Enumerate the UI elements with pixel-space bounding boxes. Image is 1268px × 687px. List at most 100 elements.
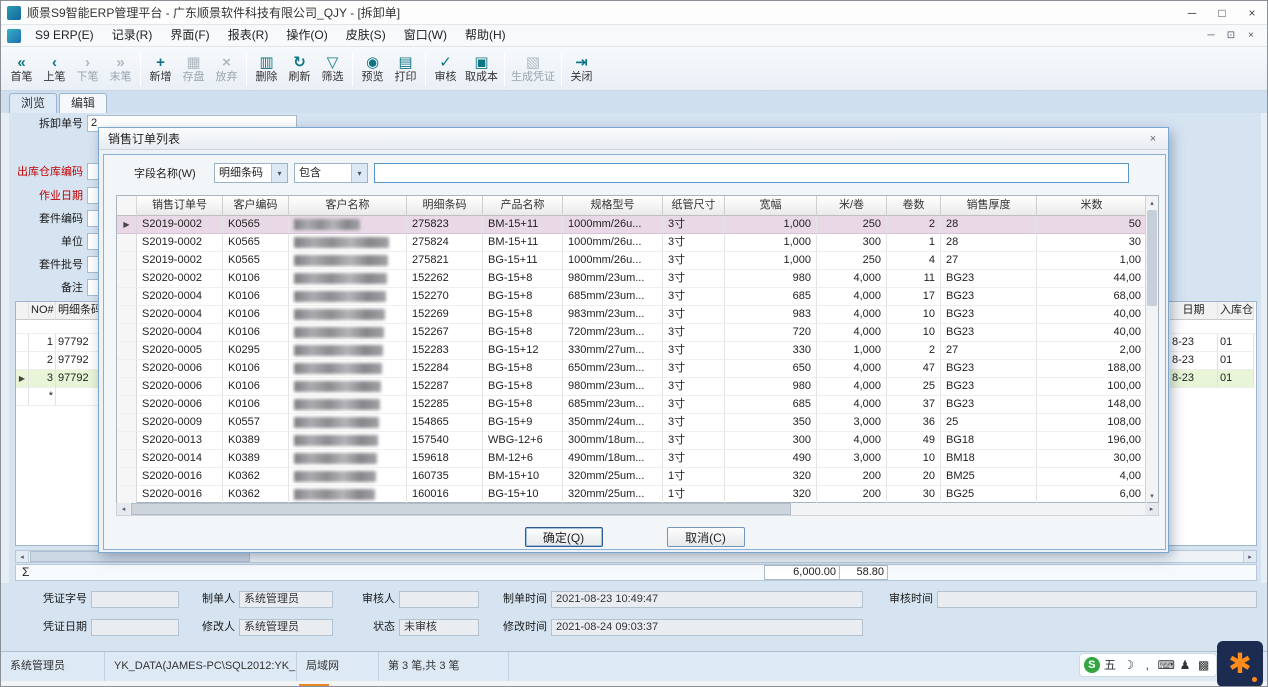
preview-button[interactable]: ◉预览 — [356, 49, 389, 89]
filter-search-input[interactable] — [374, 163, 1129, 183]
grid-hscrollbar[interactable] — [116, 503, 1159, 516]
scroll-thumb[interactable] — [131, 503, 791, 515]
get-cost-button[interactable]: ▣取成本 — [462, 49, 501, 89]
create-time-field[interactable]: 2021-08-23 10:49:47 — [551, 591, 863, 608]
detail-grid-row[interactable]: 297792 — [16, 352, 104, 370]
sales-order-row[interactable]: S2020-0013K0389157540WBG-12+6300mm/18um.… — [117, 432, 1147, 450]
sales-order-grid[interactable]: 销售订单号客户编码客户名称明细条码产品名称规格型号纸管尺寸宽幅米/卷卷数销售厚度… — [116, 195, 1159, 503]
menu-interface[interactable]: 界面(F) — [161, 25, 218, 46]
sales-order-row[interactable]: S2020-0009K0557154865BG-15+9350mm/24um..… — [117, 414, 1147, 432]
sales-order-row[interactable]: S2020-0006K0106152285BG-15+8685mm/23um..… — [117, 396, 1147, 414]
status-field[interactable]: 未审核 — [399, 619, 479, 636]
creator-field[interactable]: 系统管理员 — [239, 591, 333, 608]
scroll-up-icon[interactable] — [1146, 196, 1158, 209]
erp-main-window: 顺景S9智能ERP管理平台 - 广东顺景软件科技有限公司_QJY - [拆卸单]… — [0, 0, 1268, 687]
mdi-window-controls: ─⊡× — [1201, 28, 1261, 44]
scroll-track[interactable] — [130, 503, 1145, 515]
auditor-field[interactable] — [399, 591, 479, 608]
tab-browse[interactable]: 浏览 — [9, 93, 57, 113]
sales-order-row[interactable]: S2019-0002K0565275824BM-15+111000mm/26u.… — [117, 234, 1147, 252]
mdi-close-button[interactable]: × — [1241, 28, 1261, 44]
maximize-button[interactable]: □ — [1207, 1, 1237, 24]
audit-button[interactable]: ✓审核 — [429, 49, 462, 89]
close-form-button[interactable]: ⇥关闭 — [565, 49, 598, 89]
row-indicator-icon — [117, 432, 137, 450]
scroll-left-icon[interactable] — [16, 551, 29, 562]
menu-s9-erp[interactable]: S9 ERP(E) — [26, 25, 103, 46]
person-icon[interactable]: ♟ — [1177, 655, 1194, 675]
refresh-button[interactable]: ↻刷新 — [283, 49, 316, 89]
menu-report[interactable]: 报表(R) — [219, 25, 278, 46]
field-name-select[interactable]: 明细条码 — [214, 163, 288, 183]
menu-bar: S9 ERP(E)记录(R)界面(F)报表(R)操作(O)皮肤(S)窗口(W)帮… — [1, 25, 1267, 47]
detail-grid-row[interactable]: 8-2301 — [1170, 334, 1256, 352]
sales-order-row[interactable]: S2020-0006K0106152284BG-15+8650mm/23um..… — [117, 360, 1147, 378]
voucher-no-field[interactable] — [91, 591, 179, 608]
sales-order-row[interactable]: S2020-0016K0362160735BM-15+10320mm/25um.… — [117, 468, 1147, 486]
menu-record[interactable]: 记录(R) — [103, 25, 162, 46]
sogou-logo-icon[interactable]: S — [1084, 657, 1100, 673]
ok-button[interactable]: 确定(Q) — [525, 527, 603, 547]
chevron-down-icon[interactable] — [271, 164, 287, 182]
scroll-down-icon[interactable] — [1146, 489, 1158, 502]
sales-order-row[interactable]: S2019-0002K0565275821BG-15+111000mm/26u.… — [117, 252, 1147, 270]
detail-grid-row[interactable]: 8-2301 — [1170, 352, 1256, 370]
sales-order-row[interactable]: S2020-0004K0106152267BG-15+8720mm/23um..… — [117, 324, 1147, 342]
sales-order-row[interactable]: S2020-0005K0295152283BG-15+12330mm/27um.… — [117, 342, 1147, 360]
sales-order-row[interactable]: S2020-0004K0106152269BG-15+8983mm/23um..… — [117, 306, 1147, 324]
detail-grid-row[interactable]: 8-2301 — [1170, 370, 1256, 388]
row-indicator-icon — [117, 252, 137, 270]
keyboard-icon[interactable]: ⌨ — [1158, 655, 1175, 675]
wubi-mode-icon[interactable]: 五 — [1102, 655, 1119, 675]
scroll-right-icon[interactable] — [1145, 503, 1158, 515]
mdi-minimize-button[interactable]: ─ — [1201, 28, 1221, 44]
mdi-restore-button[interactable]: ⊡ — [1221, 28, 1241, 44]
minimize-button[interactable]: ─ — [1177, 1, 1207, 24]
close-button[interactable]: × — [1237, 1, 1267, 24]
tab-edit[interactable]: 编辑 — [59, 93, 107, 113]
sales-order-row[interactable]: S2020-0004K0106152270BG-15+8685mm/23um..… — [117, 288, 1147, 306]
row-indicator-icon — [117, 270, 137, 288]
gear-icon: ✱ — [1228, 650, 1251, 678]
voucher-date-field[interactable] — [91, 619, 179, 636]
modify-time-field[interactable]: 2021-08-24 09:03:37 — [551, 619, 863, 636]
delete-button[interactable]: ▥删除 — [250, 49, 283, 89]
sales-order-row[interactable]: S2020-0016K0362160016BG-15+10320mm/25um.… — [117, 486, 1147, 504]
menu-help[interactable]: 帮助(H) — [456, 25, 515, 46]
first-record-button[interactable]: «首笔 — [5, 49, 38, 89]
input-method-bar[interactable]: S五☽,⌨♟▩ — [1079, 653, 1217, 677]
moon-icon[interactable]: ☽ — [1120, 655, 1137, 675]
row-indicator-icon — [117, 288, 137, 306]
dialog-close-icon[interactable]: × — [1145, 133, 1161, 145]
sales-order-row[interactable]: S2020-0014K0389159618BM-12+6490mm/18um..… — [117, 450, 1147, 468]
grid-vscrollbar[interactable] — [1145, 196, 1158, 502]
detail-grid-row[interactable]: * — [16, 388, 104, 406]
add-button[interactable]: +新增 — [144, 49, 177, 89]
sales-order-row[interactable]: S2020-0006K0106152287BG-15+8980mm/23um..… — [117, 378, 1147, 396]
sales-order-row[interactable]: ▶S2019-0002K0565275823BM-15+111000mm/26u… — [117, 216, 1147, 234]
scroll-left-icon[interactable] — [117, 503, 130, 515]
menu-window[interactable]: 窗口(W) — [395, 25, 456, 46]
menu-operation[interactable]: 操作(O) — [277, 25, 336, 46]
modifier-field[interactable]: 系统管理员 — [239, 619, 333, 636]
detail-grid-row[interactable]: ▶397792 — [16, 370, 104, 388]
scroll-right-icon[interactable] — [1243, 551, 1256, 562]
sales-order-row[interactable]: S2020-0002K0106152262BG-15+8980mm/23um..… — [117, 270, 1147, 288]
detail-grid-row[interactable]: 197792 — [16, 334, 104, 352]
scroll-thumb[interactable] — [1147, 210, 1157, 306]
dialog-title-bar[interactable]: 销售订单列表 × — [99, 128, 1168, 150]
chevron-down-icon[interactable] — [351, 164, 367, 182]
punctuation-icon[interactable]: , — [1139, 655, 1156, 675]
row-indicator-icon — [117, 342, 137, 360]
print-button[interactable]: ▤打印 — [389, 49, 422, 89]
toolbar-separator — [504, 52, 505, 86]
prev-record-button[interactable]: ‹上笔 — [38, 49, 71, 89]
sum-quantity: 6,000.00 — [764, 565, 840, 580]
audit-time-field[interactable] — [937, 591, 1257, 608]
toolbox-icon[interactable]: ▩ — [1195, 655, 1212, 675]
detail-grid-left: NO#明细条码197792297792▶397792* — [16, 302, 104, 406]
operator-select[interactable]: 包含 — [294, 163, 368, 183]
menu-skin[interactable]: 皮肤(S) — [337, 25, 395, 46]
cancel-button[interactable]: 取消(C) — [667, 527, 745, 547]
filter-button[interactable]: ▽筛选 — [316, 49, 349, 89]
